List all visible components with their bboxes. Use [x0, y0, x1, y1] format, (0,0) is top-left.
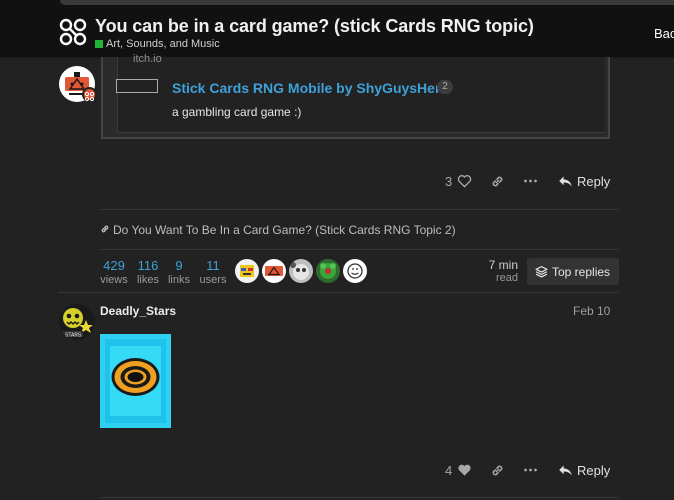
post-divider	[100, 497, 619, 498]
svg-text:STARS: STARS	[65, 333, 82, 339]
more-actions-icon[interactable]	[523, 464, 538, 476]
click-count-badge: 2	[437, 80, 453, 94]
onebox-site-name[interactable]: itch.io	[133, 53, 162, 65]
card-image[interactable]	[100, 334, 171, 428]
stat-views[interactable]: 429 views	[100, 258, 128, 286]
post-divider	[58, 292, 619, 293]
site-logo-icon[interactable]	[58, 17, 88, 47]
stat-users[interactable]: 11 users	[198, 258, 228, 286]
reply-arrow-icon	[559, 176, 572, 187]
like-count-value: 4	[445, 463, 453, 478]
avatar[interactable]: STARS	[59, 304, 95, 340]
stat-likes-number: 116	[137, 258, 159, 273]
post-divider	[100, 209, 619, 210]
participant-avatar[interactable]	[343, 259, 367, 283]
topic-map-divider	[100, 249, 619, 250]
stat-users-number: 11	[206, 258, 220, 273]
reply-button[interactable]: Reply	[558, 463, 610, 478]
category-link[interactable]: Art, Sounds, and Music	[106, 38, 220, 50]
link-icon[interactable]	[490, 174, 505, 189]
reply-label: Reply	[577, 174, 611, 189]
linked-topic-title: Do You Want To Be In a Card Game? (Stick…	[113, 223, 456, 237]
participant-avatar-image	[343, 259, 367, 283]
linked-topic-link[interactable]: Do You Want To Be In a Card Game? (Stick…	[100, 223, 456, 237]
participant-avatar-image	[235, 259, 259, 283]
browser-tab-strip	[60, 0, 674, 5]
category-color-badge	[95, 40, 103, 48]
topic-title[interactable]: You can be in a card game? (stick Cards …	[95, 16, 534, 37]
top-replies-button[interactable]: Top replies	[527, 258, 619, 285]
stat-views-label: views	[100, 274, 128, 286]
stat-links-label: links	[167, 274, 190, 286]
participant-avatar-image	[289, 259, 313, 283]
site-header: You can be in a card game? (stick Cards …	[0, 0, 674, 58]
read-time: 7 min read	[476, 258, 518, 284]
onebox-title-link[interactable]: Stick Cards RNG Mobile by ShyGuysHere	[172, 80, 448, 96]
link-onebox	[101, 57, 610, 139]
heart-icon[interactable]	[457, 463, 472, 477]
heart-icon[interactable]	[457, 174, 472, 188]
participant-avatar[interactable]	[289, 259, 313, 283]
participant-avatar[interactable]	[316, 259, 340, 283]
stat-likes-label: likes	[136, 274, 159, 286]
read-time-label: read	[495, 272, 518, 284]
post-username[interactable]: Deadly_Stars	[100, 304, 176, 318]
like-count-value: 3	[445, 174, 453, 189]
stat-users-label: users	[199, 274, 227, 286]
like-count[interactable]: 3	[445, 174, 452, 189]
chain-link-icon	[101, 225, 109, 233]
stat-likes[interactable]: 116 likes	[135, 258, 161, 286]
reply-button[interactable]: Reply	[558, 174, 610, 189]
stat-views-number: 429	[103, 258, 125, 273]
stat-links-number: 9	[175, 258, 183, 273]
more-actions-icon[interactable]	[523, 175, 538, 187]
flair-icon	[84, 91, 95, 102]
top-replies-label: Top replies	[552, 265, 611, 279]
participant-avatar[interactable]	[262, 259, 286, 283]
read-time-value: 7 min	[488, 258, 518, 272]
onebox-thumbnail[interactable]	[116, 79, 158, 93]
onebox-description: a gambling card game :)	[172, 105, 302, 119]
avatar-image: STARS	[59, 304, 95, 340]
link-icon[interactable]	[490, 463, 505, 478]
layers-icon	[535, 266, 548, 278]
participant-avatar-image	[316, 259, 340, 283]
reply-arrow-icon	[559, 465, 572, 476]
stat-links[interactable]: 9 links	[167, 258, 191, 286]
participant-avatar-image	[262, 259, 286, 283]
user-flair-badge	[82, 87, 97, 102]
reply-label: Reply	[577, 463, 611, 478]
participant-avatar[interactable]	[235, 259, 259, 283]
like-count[interactable]: 4	[445, 463, 452, 478]
back-button[interactable]: Bac	[654, 26, 674, 41]
post-date[interactable]: Feb 10	[573, 304, 610, 318]
